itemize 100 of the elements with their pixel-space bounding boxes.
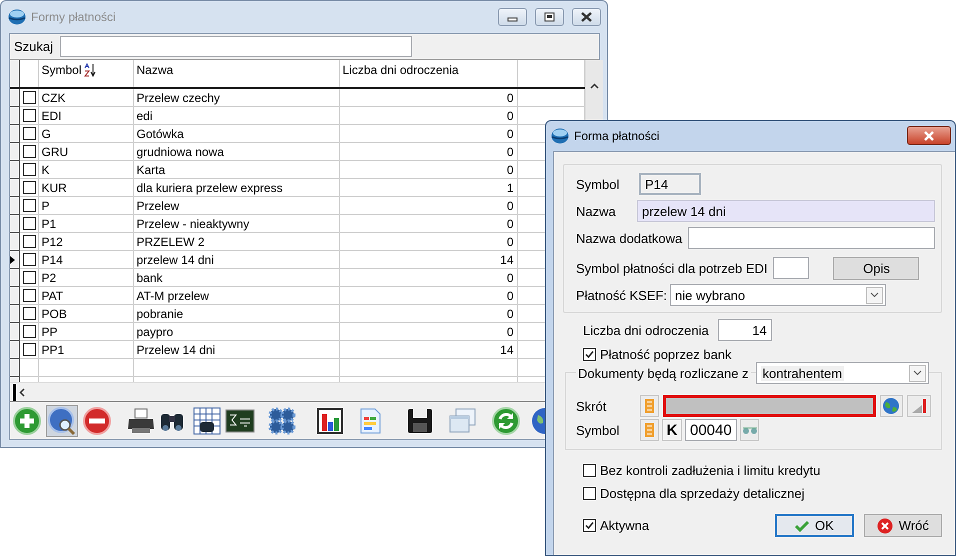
table-cell: POB — [38, 304, 133, 322]
row-checkbox[interactable] — [22, 109, 36, 122]
checkbox[interactable] — [583, 519, 596, 532]
table-cell: K — [38, 160, 133, 178]
checkbox-label[interactable]: Bez kontroli zadłużenia i limitu kredytu — [600, 463, 820, 478]
row-header[interactable] — [10, 340, 19, 358]
search-field[interactable] — [60, 36, 412, 57]
back-button[interactable]: Wróć — [864, 514, 942, 537]
close-icon — [923, 130, 935, 140]
cancel-icon — [876, 518, 893, 534]
row-header[interactable] — [10, 250, 19, 268]
row-header[interactable] — [10, 124, 19, 142]
add-icon — [12, 406, 42, 436]
table-cell: edi — [133, 106, 339, 124]
checkbox-label[interactable]: Płatność poprzez bank — [600, 347, 732, 362]
row-header[interactable] — [10, 304, 19, 322]
settlement-dropdown[interactable]: kontrahentem — [756, 362, 929, 384]
row-checkbox[interactable] — [22, 235, 36, 248]
checkbox-label[interactable]: Aktywna — [600, 518, 650, 533]
chart-button[interactable] — [906, 395, 931, 417]
checkbox[interactable] — [583, 487, 596, 500]
row-checkbox[interactable] — [22, 145, 36, 158]
table-cell: GRU — [38, 142, 133, 160]
table-cell: PP1 — [38, 340, 133, 358]
dropdown-icon — [870, 292, 880, 298]
row-header[interactable] — [10, 286, 19, 304]
row-header[interactable] — [10, 178, 19, 196]
row-checkbox[interactable] — [22, 163, 36, 176]
printer-icon — [126, 406, 156, 436]
gears-icon — [267, 406, 297, 436]
row-checkbox[interactable] — [22, 91, 36, 104]
row-header[interactable] — [10, 142, 19, 160]
short-name-field[interactable] — [662, 395, 876, 417]
row-header[interactable] — [10, 268, 19, 286]
checkbox[interactable] — [583, 348, 596, 361]
row-checkbox[interactable] — [22, 253, 36, 266]
table-cell: pobranie — [133, 304, 339, 322]
row-checkbox[interactable] — [22, 343, 36, 356]
description-button[interactable]: Opis — [833, 256, 920, 280]
table-cell: 14 — [339, 250, 517, 268]
globe-button[interactable] — [880, 395, 903, 417]
row-checkbox[interactable] — [22, 217, 36, 230]
column-header[interactable]: Symbol — [42, 63, 96, 77]
maximize-icon — [543, 12, 556, 22]
checkbox[interactable] — [583, 464, 596, 477]
table-cell: 0 — [339, 286, 517, 304]
table-icon — [192, 406, 222, 436]
close-button[interactable] — [907, 126, 951, 145]
name-field[interactable]: przelew 14 dni — [637, 200, 935, 222]
row-checkbox[interactable] — [22, 307, 36, 320]
symbol-field[interactable]: 00040 — [685, 419, 737, 441]
field-label: Nazwa dodatkowa — [576, 230, 682, 246]
sort-icon[interactable] — [84, 63, 96, 77]
row-checkbox[interactable] — [22, 127, 36, 140]
field-label: Symbol płatności dla potrzeb EDI — [576, 260, 768, 276]
table-cell: Przelew — [133, 196, 339, 214]
toolbar-button[interactable] — [191, 404, 223, 436]
maximize-button[interactable] — [535, 8, 564, 26]
ksef-dropdown[interactable]: nie wybrano — [670, 284, 886, 306]
field-label: Nazwa — [576, 204, 617, 218]
minimize-button[interactable] — [498, 8, 527, 26]
days-field[interactable]: 14 — [718, 319, 772, 341]
table-cell: 0 — [339, 232, 517, 250]
chart-icon — [910, 397, 928, 415]
edi-field[interactable] — [773, 257, 810, 279]
scroll-left-icon — [19, 388, 25, 396]
row-header[interactable] — [10, 106, 19, 124]
table-cell: 0 — [339, 196, 517, 214]
row-header[interactable] — [10, 322, 19, 340]
row-header[interactable] — [10, 196, 19, 214]
row-checkbox[interactable] — [22, 289, 36, 302]
table-cell: Gotówka — [133, 124, 339, 142]
column-header[interactable]: Nazwa — [133, 60, 339, 88]
row-checkbox[interactable] — [22, 181, 36, 194]
row-header[interactable] — [10, 88, 19, 106]
checkbox-label[interactable]: Dostępna dla sprzedaży detalicznej — [600, 486, 805, 501]
table-cell: 0 — [339, 268, 517, 286]
row-checkbox[interactable] — [22, 271, 36, 284]
extra-name-field[interactable] — [688, 227, 935, 249]
row-checkbox[interactable] — [22, 199, 36, 212]
delete-icon — [82, 406, 112, 436]
row-header[interactable] — [10, 232, 19, 250]
field-label: Płatność KSEF: — [576, 288, 668, 302]
table-cell: Przelew czechy — [133, 88, 339, 106]
row-header[interactable] — [10, 214, 19, 232]
close-button[interactable] — [572, 8, 601, 26]
window-title: Formy płatności — [31, 10, 117, 24]
search-icon — [47, 406, 77, 436]
table-cell: paypro — [133, 322, 339, 340]
field-label: Symbol — [576, 422, 620, 438]
table-cell: P2 — [38, 268, 133, 286]
table-cell: P12 — [38, 232, 133, 250]
column-header[interactable]: Liczba dni odroczenia — [339, 60, 517, 88]
toolbar-button[interactable] — [46, 404, 78, 436]
field-label: Symbol — [576, 176, 620, 192]
row-checkbox[interactable] — [22, 325, 36, 338]
row-header[interactable] — [10, 160, 19, 178]
ok-button[interactable]: OK — [775, 514, 854, 537]
table-cell: 0 — [339, 88, 517, 106]
table-cell: przelew 14 dni — [133, 250, 339, 268]
